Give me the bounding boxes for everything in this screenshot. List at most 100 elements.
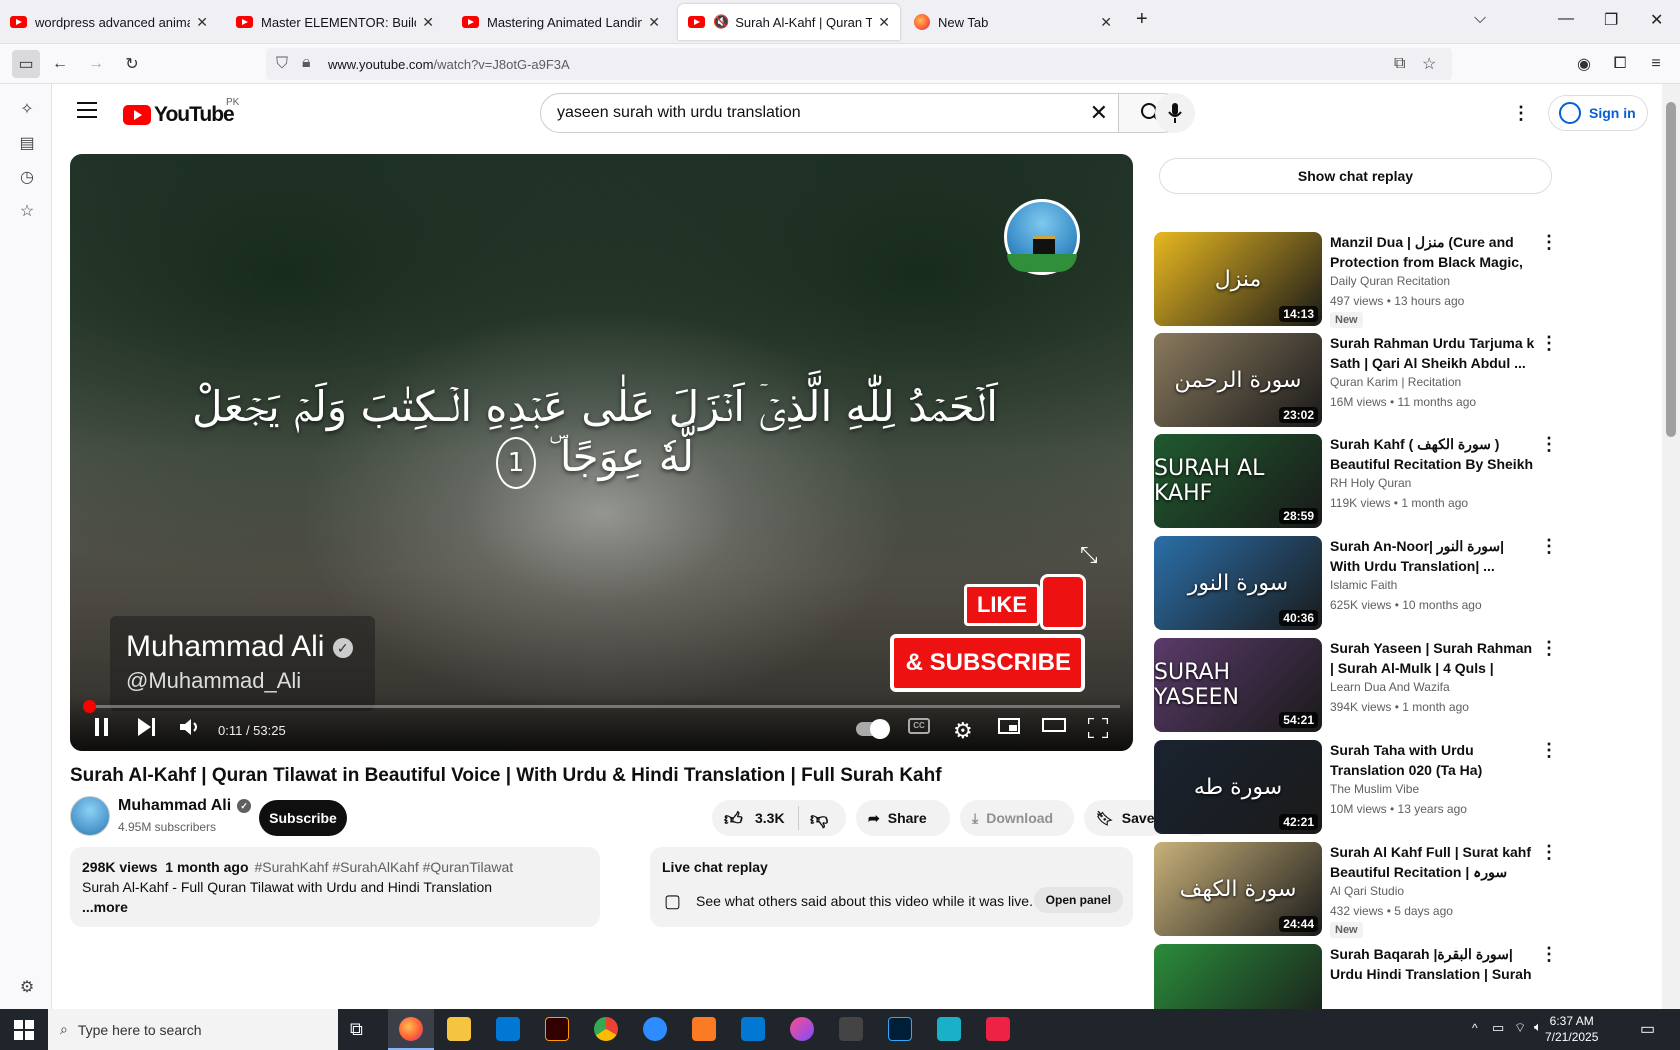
extensions-icon[interactable]: ⧠: [1608, 52, 1632, 76]
recommendation-channel[interactable]: Daily Quran Recitation: [1330, 274, 1450, 288]
recommendation-item[interactable]: سورة الكهف 24:44 Surah Al Kahf Full | Sura…: [1154, 842, 1584, 938]
notifications-icon[interactable]: ▭: [1640, 1019, 1655, 1039]
voice-search-button[interactable]: [1155, 93, 1195, 133]
settings-button[interactable]: ⚙: [953, 718, 973, 744]
recommendation-thumbnail[interactable]: SURAH YASEEN 54:21: [1154, 638, 1322, 732]
recommendation-channel[interactable]: Quran Karim | Recitation: [1330, 375, 1461, 389]
youtube-logo[interactable]: YouTube PK: [123, 97, 239, 127]
ai-chat-icon[interactable]: ✧: [16, 98, 38, 120]
next-button[interactable]: [138, 718, 156, 736]
recommendation-thumbnail[interactable]: منزل 14:13: [1154, 232, 1322, 326]
more-options-icon[interactable]: ⋮: [1540, 740, 1558, 761]
recommendation-thumbnail[interactable]: [1154, 944, 1322, 1009]
fullscreen-exit-overlay-icon[interactable]: ⤡: [1080, 542, 1098, 568]
channel-avatar[interactable]: [70, 796, 110, 836]
restore-icon[interactable]: ❐: [1604, 10, 1618, 30]
show-more-link[interactable]: ...more: [82, 899, 588, 915]
reload-icon[interactable]: ↻: [120, 52, 144, 76]
page-scrollbar[interactable]: [1662, 84, 1680, 1009]
lock-icon[interactable]: 🔒︎: [302, 54, 311, 72]
account-icon[interactable]: ◉: [1572, 52, 1596, 76]
network-icon[interactable]: ▭: [1492, 1020, 1504, 1036]
subscribe-button[interactable]: Subscribe: [259, 800, 347, 836]
creative-cloud-icon[interactable]: [790, 1017, 814, 1041]
taskbar-search[interactable]: ⌕ Type here to search: [48, 1009, 338, 1050]
address-bar[interactable]: ⛉ 🔒︎ www.youtube.com/watch?v=J8otG-a9F3A…: [266, 48, 1452, 80]
thumbs-down-icon[interactable]: 👎︎: [810, 808, 828, 830]
recommendation-thumbnail[interactable]: سورة الكهف 24:44: [1154, 842, 1322, 936]
muted-speaker-icon[interactable]: 🔇: [713, 14, 729, 30]
progress-bar[interactable]: [83, 700, 1120, 713]
hamburger-menu-icon[interactable]: [77, 102, 97, 118]
show-chat-replay-button[interactable]: Show chat replay: [1159, 158, 1552, 194]
zoom-icon[interactable]: [643, 1017, 667, 1041]
volume-icon[interactable]: 🔈︎: [1534, 1019, 1542, 1035]
progress-scrubber[interactable]: [83, 700, 96, 713]
recommendation-item[interactable]: سورة طه 42:21 Surah Taha with Urdu Transla…: [1154, 740, 1584, 834]
close-tab-icon[interactable]: ✕: [648, 14, 660, 31]
more-options-icon[interactable]: ⋮: [1540, 434, 1558, 455]
recommendation-thumbnail[interactable]: SURAH AL KAHF 28:59: [1154, 434, 1322, 528]
more-options-icon[interactable]: ⋮: [1540, 638, 1558, 659]
recommendation-channel[interactable]: The Muslim Vibe: [1330, 782, 1419, 796]
recommendation-item[interactable]: سورة النور 40:36 Surah An-Noor| سورة النور…: [1154, 536, 1584, 630]
history-icon[interactable]: ◷: [16, 166, 38, 188]
more-options-icon[interactable]: ⋮: [1540, 842, 1558, 863]
channel-name[interactable]: Muhammad Ali ✓: [118, 797, 252, 815]
recommendation-channel[interactable]: RH Holy Quran: [1330, 476, 1411, 490]
task-view-icon[interactable]: ⧉: [350, 1019, 363, 1040]
thumbs-up-icon[interactable]: 👍︎: [724, 808, 743, 830]
description-box[interactable]: 298K views 1 month ago #SurahKahf #SurahA…: [70, 847, 600, 927]
close-tab-icon[interactable]: ✕: [196, 14, 208, 31]
recommendation-channel[interactable]: Islamic Faith: [1330, 578, 1397, 592]
pen-tool-icon[interactable]: [839, 1017, 863, 1041]
bookmark-star-icon[interactable]: ☆: [1422, 54, 1436, 74]
picture-in-picture-icon[interactable]: ⧉: [1394, 55, 1405, 73]
recommendation-channel[interactable]: Learn Dua And Wazifa: [1330, 680, 1450, 694]
recommendation-item[interactable]: SURAH YASEEN 54:21 Surah Yaseen | Surah Ra…: [1154, 638, 1584, 732]
xampp-icon[interactable]: [692, 1017, 716, 1041]
sidebar-toggle-icon[interactable]: ▭: [12, 50, 40, 78]
app-icon[interactable]: [986, 1017, 1010, 1041]
recommendation-channel[interactable]: Al Qari Studio: [1330, 884, 1404, 898]
browser-tab[interactable]: wordpress advanced animation ✕: [0, 4, 218, 40]
recommendation-thumbnail[interactable]: سورة النور 40:36: [1154, 536, 1322, 630]
open-panel-button[interactable]: Open panel: [1033, 887, 1123, 913]
clear-search-icon[interactable]: ✕: [1090, 100, 1108, 126]
browser-tab[interactable]: Mastering Animated Landing Pa ✕: [452, 4, 670, 40]
tray-overflow-icon[interactable]: ^: [1472, 1021, 1478, 1035]
recommendation-item[interactable]: منزل 14:13 Manzil Dua | منزل (Cure and Pro…: [1154, 232, 1584, 328]
pause-button[interactable]: [94, 718, 110, 736]
video-player[interactable]: اَلۡحَمۡدُ لِلّٰهِ الَّذِىۡۤ اَنۡزَلَ عَ…: [70, 154, 1133, 751]
recommendation-item[interactable]: SURAH AL KAHF 28:59 Surah Kahf ( سورة الكه…: [1154, 434, 1584, 528]
file-explorer-icon[interactable]: [447, 1017, 471, 1041]
close-tab-icon[interactable]: ✕: [1100, 14, 1112, 31]
more-options-icon[interactable]: ⋮: [1540, 232, 1558, 253]
shield-icon[interactable]: ⛉: [276, 55, 288, 73]
recommendation-thumbnail[interactable]: سورة طه 42:21: [1154, 740, 1322, 834]
search-input[interactable]: yaseen surah with urdu translation ✕: [540, 93, 1119, 133]
bookmarks-icon[interactable]: ☆: [16, 200, 38, 222]
captions-button[interactable]: CC: [908, 718, 930, 734]
more-options-icon[interactable]: ⋮: [1540, 536, 1558, 557]
browser-tab-active[interactable]: 🔇 Surah Al-Kahf | Quran Tilawat ✕: [678, 4, 900, 40]
taskbar-clock[interactable]: 6:37 AM 7/21/2025: [1545, 1013, 1598, 1045]
recommendation-item[interactable]: Surah Baqarah |سورة البقرة| Urdu Hindi T…: [1154, 944, 1584, 1009]
menu-icon[interactable]: ≡: [1644, 52, 1668, 76]
sidebar-settings-icon[interactable]: ⚙: [16, 976, 38, 998]
wifi-icon[interactable]: ⌔: [1514, 1020, 1526, 1036]
autoplay-toggle[interactable]: [856, 719, 890, 739]
window-close-icon[interactable]: ✕: [1650, 10, 1663, 30]
download-button[interactable]: ⤓ Download: [960, 800, 1074, 836]
url-text[interactable]: www.youtube.com/watch?v=J8otG-a9F3A: [328, 57, 570, 72]
minimize-icon[interactable]: —: [1558, 10, 1574, 28]
app-icon[interactable]: [937, 1017, 961, 1041]
fullscreen-button[interactable]: [1088, 718, 1108, 738]
tab-list-chevron-icon[interactable]: ⌵: [1474, 10, 1486, 28]
more-options-icon[interactable]: ⋮: [1540, 944, 1558, 965]
miniplayer-button[interactable]: [998, 718, 1020, 734]
recommendation-item[interactable]: سورة الرحمن 23:02 Surah Rahman Urdu Tarjum…: [1154, 333, 1584, 427]
browser-tab[interactable]: New Tab ✕: [904, 4, 1122, 40]
firefox-app-icon[interactable]: [399, 1017, 423, 1041]
synced-tabs-icon[interactable]: ▤: [16, 132, 38, 154]
